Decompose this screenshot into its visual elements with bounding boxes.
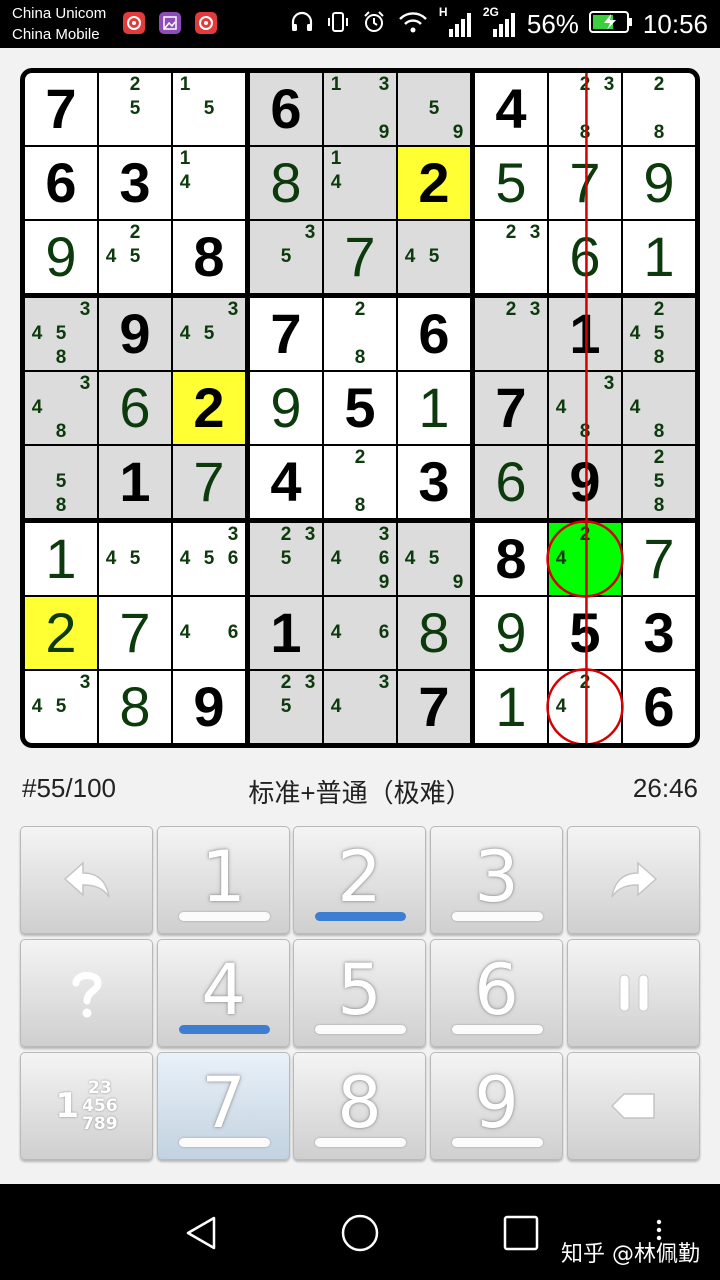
- signal-h-icon: H: [439, 5, 473, 39]
- digit-5-button[interactable]: 5: [293, 939, 426, 1047]
- status-bar: China Unicom China Mobile H 2G 56% 10:56: [0, 0, 720, 48]
- redo-button[interactable]: [567, 826, 700, 934]
- alarm-icon: [361, 9, 387, 40]
- signal-2g-icon: 2G: [483, 5, 517, 39]
- digit-1-label: 1: [201, 836, 246, 918]
- battery-percent: 56%: [526, 8, 579, 39]
- digit-7-button[interactable]: 7: [157, 1052, 290, 1160]
- digit-9-button[interactable]: 9: [430, 1052, 563, 1160]
- candidate-icon-text-4: 789: [82, 1114, 118, 1134]
- digit-7-bar: [179, 1138, 270, 1147]
- candidate-mode-button[interactable]: 1 23 456 789: [20, 1052, 153, 1160]
- back-icon[interactable]: [182, 1214, 220, 1257]
- digit-8-label: 8: [337, 1062, 382, 1144]
- digit-9-label: 9: [474, 1062, 519, 1144]
- wifi-icon: [397, 9, 429, 40]
- clock: 10:56: [642, 8, 708, 39]
- digit-1-button[interactable]: 1: [157, 826, 290, 934]
- status-icons: H 2G 56% 10:56: [289, 0, 708, 48]
- digit-4-bar: [179, 1025, 270, 1034]
- undo-icon: [21, 827, 152, 933]
- puzzle-type: 标准+普通（极难）: [248, 778, 472, 808]
- home-icon[interactable]: [340, 1213, 380, 1258]
- pause-button[interactable]: [567, 939, 700, 1047]
- digit-1-bar: [179, 912, 270, 921]
- digit-9-bar: [452, 1138, 543, 1147]
- question-icon: [21, 940, 152, 1046]
- pause-icon: [568, 940, 699, 1046]
- digit-4-label: 4: [201, 949, 246, 1031]
- keypad: 1 2 3 4 5 6 1 23 456 789 7 8 9: [20, 826, 700, 1166]
- annotation-circle: [546, 668, 624, 743]
- carrier-1: China Unicom: [12, 5, 107, 22]
- candidate-icon-text-3: 456: [82, 1096, 118, 1116]
- candidate-icon-text-1: 1: [55, 1086, 80, 1126]
- erase-button[interactable]: [567, 1052, 700, 1160]
- vibrate-icon: [325, 9, 351, 40]
- digit-6-button[interactable]: 6: [430, 939, 563, 1047]
- undo-button[interactable]: [20, 826, 153, 934]
- digit-6-bar: [452, 1025, 543, 1034]
- digit-5-label: 5: [337, 949, 382, 1031]
- digit-3-label: 3: [474, 836, 519, 918]
- digit-2-button[interactable]: 2: [293, 826, 426, 934]
- digit-2-label: 2: [337, 836, 382, 918]
- game-info-row: #55/100 标准+普通（极难） 26:46: [0, 765, 720, 811]
- battery-charging-icon: [588, 9, 633, 40]
- sudoku-grid: 7251561395942382863148142579924583574523…: [25, 73, 695, 743]
- digit-6-label: 6: [474, 949, 519, 1031]
- recents-icon[interactable]: [503, 1215, 539, 1256]
- gallery-icon: [159, 12, 181, 34]
- digit-2-bar: [315, 912, 406, 921]
- digit-4-button[interactable]: 4: [157, 939, 290, 1047]
- hint-button[interactable]: [20, 939, 153, 1047]
- candidate-icon-text-2: 23: [87, 1078, 112, 1098]
- erase-icon: [568, 1053, 699, 1159]
- headset-icon: [289, 9, 315, 40]
- candidate-mode-icon: 1 23 456 789: [21, 1053, 152, 1159]
- digit-5-bar: [315, 1025, 406, 1034]
- netease-music-icon: [123, 12, 145, 34]
- timer: 26:46: [632, 773, 698, 803]
- annotation-overlay: [546, 73, 624, 743]
- digit-7-label: 7: [201, 1062, 246, 1144]
- watermark: 知乎 @林佩勤: [561, 1242, 700, 1267]
- redo-icon: [568, 827, 699, 933]
- sudoku-board: 7251561395942382863148142579924583574523…: [20, 68, 700, 748]
- digit-3-bar: [452, 912, 543, 921]
- digit-8-button[interactable]: 8: [293, 1052, 426, 1160]
- netease-music-icon: [195, 12, 217, 34]
- carrier-2: China Mobile: [12, 26, 100, 43]
- annotation-circle: [546, 520, 624, 598]
- digit-8-bar: [315, 1138, 406, 1147]
- digit-3-button[interactable]: 3: [430, 826, 563, 934]
